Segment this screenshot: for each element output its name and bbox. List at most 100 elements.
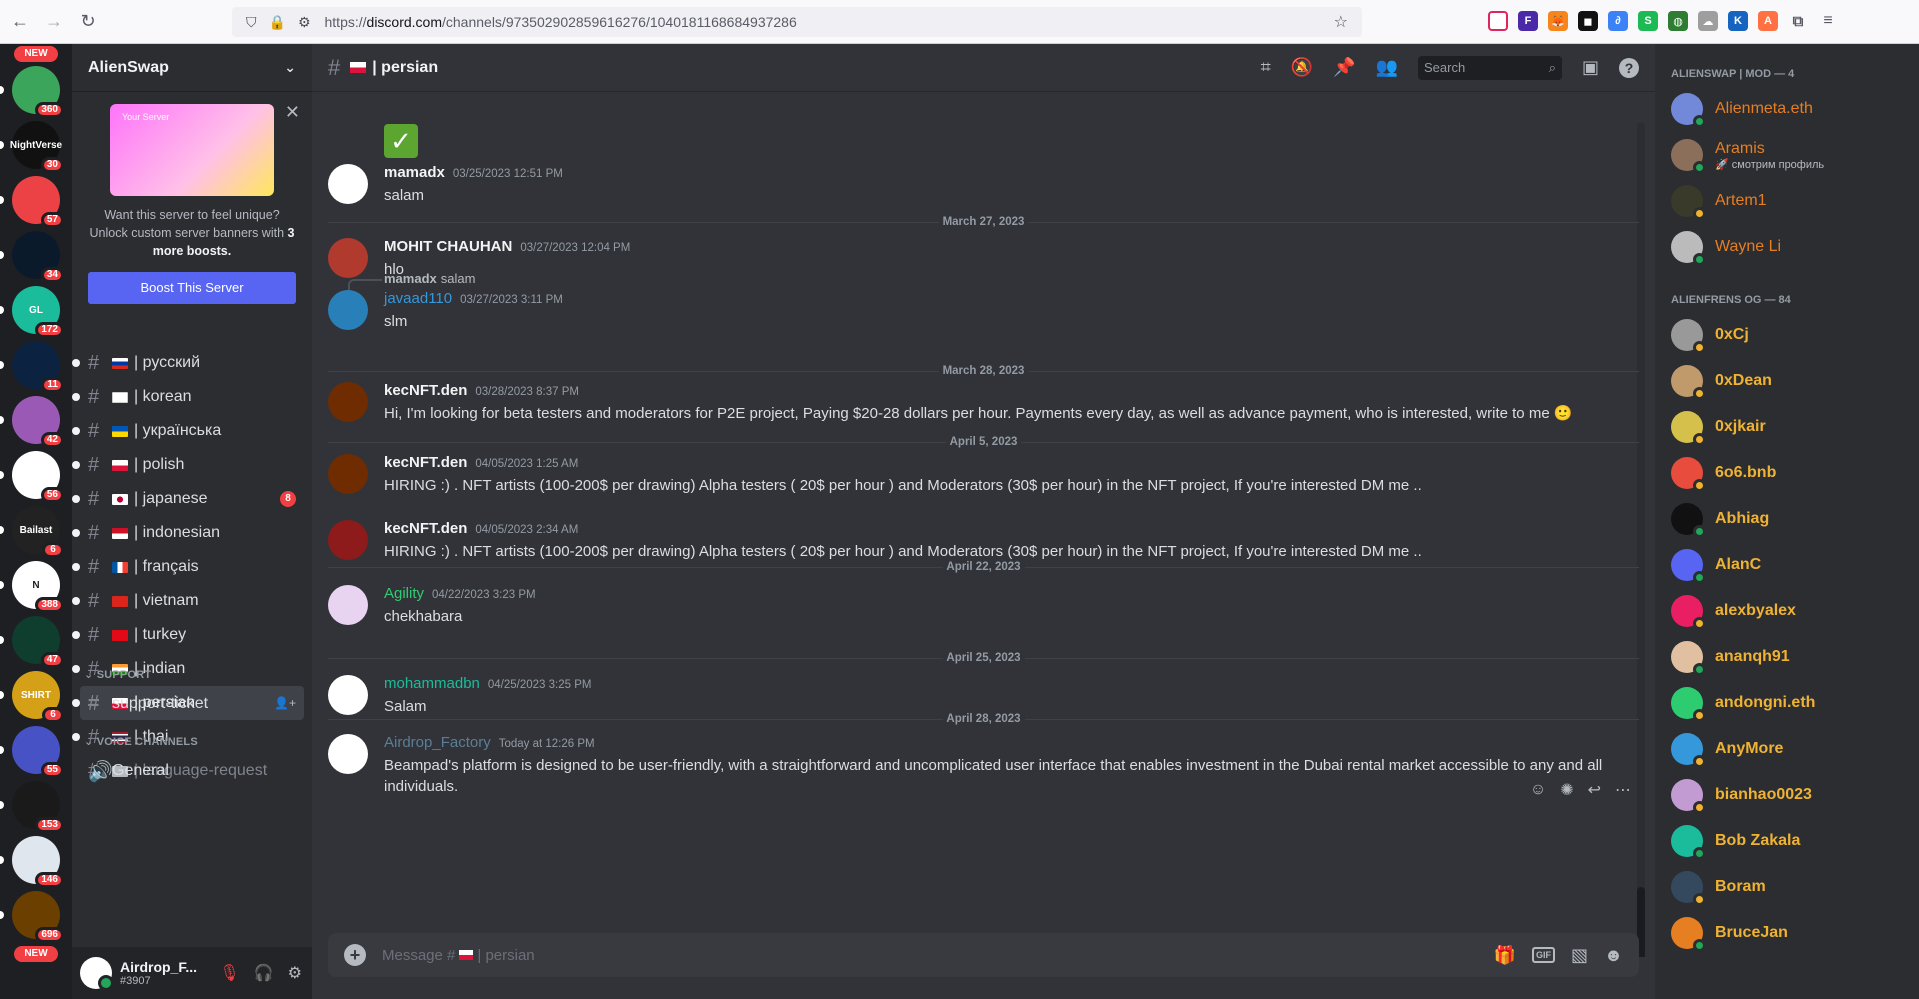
member-list-icon[interactable]: 👥 bbox=[1376, 57, 1398, 78]
server-icon[interactable]: 47 bbox=[0, 616, 64, 668]
threads-icon[interactable]: ⌗ bbox=[1261, 57, 1271, 78]
member-item[interactable]: BruceJan bbox=[1655, 910, 1919, 956]
avatar[interactable] bbox=[80, 957, 114, 991]
search-input[interactable]: Search ⌕ bbox=[1417, 55, 1562, 80]
message-author[interactable]: javaad110 bbox=[384, 290, 452, 307]
member-item[interactable]: alexbyalex bbox=[1655, 588, 1919, 634]
mute-microphone-icon[interactable]: 🎙 bbox=[219, 963, 239, 983]
member-item[interactable]: AnyMore bbox=[1655, 726, 1919, 772]
member-item[interactable]: andongni.eth bbox=[1655, 680, 1919, 726]
channel-item[interactable]: # | русский bbox=[72, 346, 304, 380]
deafen-icon[interactable]: 🎧 bbox=[254, 963, 274, 983]
server-icon[interactable]: 11 bbox=[0, 341, 64, 393]
message-composer[interactable]: + Message # | persian 🎁 GIF ▧ ☻ bbox=[328, 933, 1639, 977]
server-icon[interactable]: 696 bbox=[0, 891, 64, 943]
member-item[interactable]: bianhao0023 bbox=[1655, 772, 1919, 818]
close-icon[interactable]: ✕ bbox=[285, 102, 300, 123]
member-item[interactable]: Bob Zakala bbox=[1655, 818, 1919, 864]
message-author[interactable]: kecNFT.den bbox=[384, 520, 467, 537]
emoji-icon[interactable]: ☻ bbox=[1604, 945, 1623, 966]
message-author[interactable]: mohammadbn bbox=[384, 675, 480, 692]
channel-support-ticket[interactable]: # support-ticket bbox=[80, 687, 304, 721]
bookmark-star-icon[interactable]: ☆ bbox=[1334, 12, 1348, 32]
member-item[interactable]: Abhiag bbox=[1655, 496, 1919, 542]
back-arrow-icon[interactable]: ← bbox=[6, 8, 34, 36]
member-item[interactable]: AlanC bbox=[1655, 542, 1919, 588]
avatar[interactable] bbox=[328, 290, 368, 330]
pocket-icon[interactable] bbox=[1488, 11, 1508, 31]
member-item[interactable]: 0xCj bbox=[1655, 312, 1919, 358]
metamask-icon[interactable]: 🦊 bbox=[1548, 11, 1568, 31]
member-item[interactable]: Artem1 bbox=[1655, 178, 1919, 224]
server-icon[interactable]: GL 172 bbox=[0, 286, 64, 338]
extension-link-icon[interactable]: ∂ bbox=[1608, 11, 1628, 31]
server-icon[interactable]: Bailast 6 bbox=[0, 506, 64, 558]
address-bar[interactable]: ⛉ 🔒 ⚙ https://discord.com/channels/97350… bbox=[232, 7, 1362, 37]
avatar[interactable] bbox=[328, 164, 368, 204]
extensions-puzzle-icon[interactable]: ⧉ bbox=[1788, 11, 1808, 31]
server-icon[interactable]: N 388 bbox=[0, 561, 64, 613]
extension-f-icon[interactable]: F bbox=[1518, 11, 1538, 31]
shield-icon[interactable]: ⛉ bbox=[246, 14, 257, 31]
avatar[interactable] bbox=[328, 734, 368, 774]
channel-item[interactable]: # | polish bbox=[72, 448, 304, 482]
menu-icon[interactable]: ≡ bbox=[1818, 11, 1838, 31]
server-icon[interactable]: 146 bbox=[0, 836, 64, 888]
lock-icon[interactable]: 🔒 bbox=[269, 14, 286, 31]
channel-item[interactable]: # | indonesian bbox=[72, 516, 304, 550]
member-item[interactable]: 0xDean bbox=[1655, 358, 1919, 404]
message-author[interactable]: MOHIT CHAUHAN bbox=[384, 238, 512, 255]
member-item[interactable]: ananqh91 bbox=[1655, 634, 1919, 680]
extension-a-icon[interactable]: A bbox=[1758, 11, 1778, 31]
avatar[interactable] bbox=[328, 585, 368, 625]
channel-item[interactable]: # | turkey bbox=[72, 618, 304, 652]
extension-square-icon[interactable]: ◼ bbox=[1578, 11, 1598, 31]
boost-server-button[interactable]: Boost This Server bbox=[88, 272, 296, 304]
forward-arrow-icon[interactable]: → bbox=[40, 8, 68, 36]
extension-s-icon[interactable]: S bbox=[1638, 11, 1658, 31]
server-icon[interactable]: 360 bbox=[0, 66, 64, 118]
reply-author[interactable]: mamadx bbox=[384, 271, 437, 286]
inbox-icon[interactable]: ▣ bbox=[1582, 57, 1599, 78]
member-item[interactable]: Alienmeta.eth bbox=[1655, 86, 1919, 132]
avatar[interactable] bbox=[328, 520, 368, 560]
extension-k-icon[interactable]: K bbox=[1728, 11, 1748, 31]
server-icon[interactable]: 42 bbox=[0, 396, 64, 448]
server-icon[interactable]: 57 bbox=[0, 176, 64, 228]
message-author[interactable]: kecNFT.den bbox=[384, 454, 467, 471]
server-icon[interactable]: 153 bbox=[0, 781, 64, 833]
chevron-down-icon[interactable]: ⌄ bbox=[284, 59, 296, 76]
server-icon[interactable]: SHIRT 6 bbox=[0, 671, 64, 723]
reload-icon[interactable]: ↻ bbox=[74, 8, 102, 36]
extension-cloud-icon[interactable]: ☁ bbox=[1698, 11, 1718, 31]
server-header[interactable]: AlienSwap ⌄ bbox=[72, 44, 312, 92]
channel-item[interactable]: # | français bbox=[72, 550, 304, 584]
attach-plus-icon[interactable]: + bbox=[344, 944, 366, 966]
server-icon[interactable]: 56 bbox=[0, 451, 64, 503]
server-icon[interactable]: 55 bbox=[0, 726, 64, 778]
message-author[interactable]: Airdrop_Factory bbox=[384, 734, 491, 751]
channel-item[interactable]: # | українська bbox=[72, 414, 304, 448]
extension-globe-icon[interactable]: ◍ bbox=[1668, 11, 1688, 31]
avatar[interactable] bbox=[328, 454, 368, 494]
message-input[interactable]: Message # | persian bbox=[382, 947, 535, 964]
member-item[interactable]: 6o6.bnb bbox=[1655, 450, 1919, 496]
member-item[interactable]: Aramis 🚀 смотрим профиль bbox=[1655, 132, 1919, 178]
avatar[interactable] bbox=[328, 238, 368, 278]
permissions-icon[interactable]: ⚙ bbox=[298, 14, 311, 31]
help-icon[interactable]: ? bbox=[1619, 57, 1639, 78]
member-item[interactable]: Boram bbox=[1655, 864, 1919, 910]
settings-gear-icon[interactable]: ⚙ bbox=[288, 963, 302, 983]
gif-button[interactable]: GIF bbox=[1532, 947, 1556, 963]
member-item[interactable]: 0xjkair bbox=[1655, 404, 1919, 450]
category-voice[interactable]: ⌄ VOICE CHANNELS bbox=[84, 735, 312, 748]
channel-item[interactable]: # | japanese 8 bbox=[72, 482, 304, 516]
pin-icon[interactable]: 📌 bbox=[1333, 57, 1355, 78]
channel-item[interactable]: # | vietnam bbox=[72, 584, 304, 618]
message-author[interactable]: Agility bbox=[384, 585, 424, 602]
user-info[interactable]: Airdrop_F... #3907 bbox=[120, 959, 197, 987]
gift-icon[interactable]: 🎁 bbox=[1494, 945, 1516, 966]
category-support[interactable]: ⌄ SUPPORT bbox=[84, 668, 312, 681]
member-item[interactable]: Wayne Li bbox=[1655, 224, 1919, 270]
channel-item[interactable]: # | korean bbox=[72, 380, 304, 414]
